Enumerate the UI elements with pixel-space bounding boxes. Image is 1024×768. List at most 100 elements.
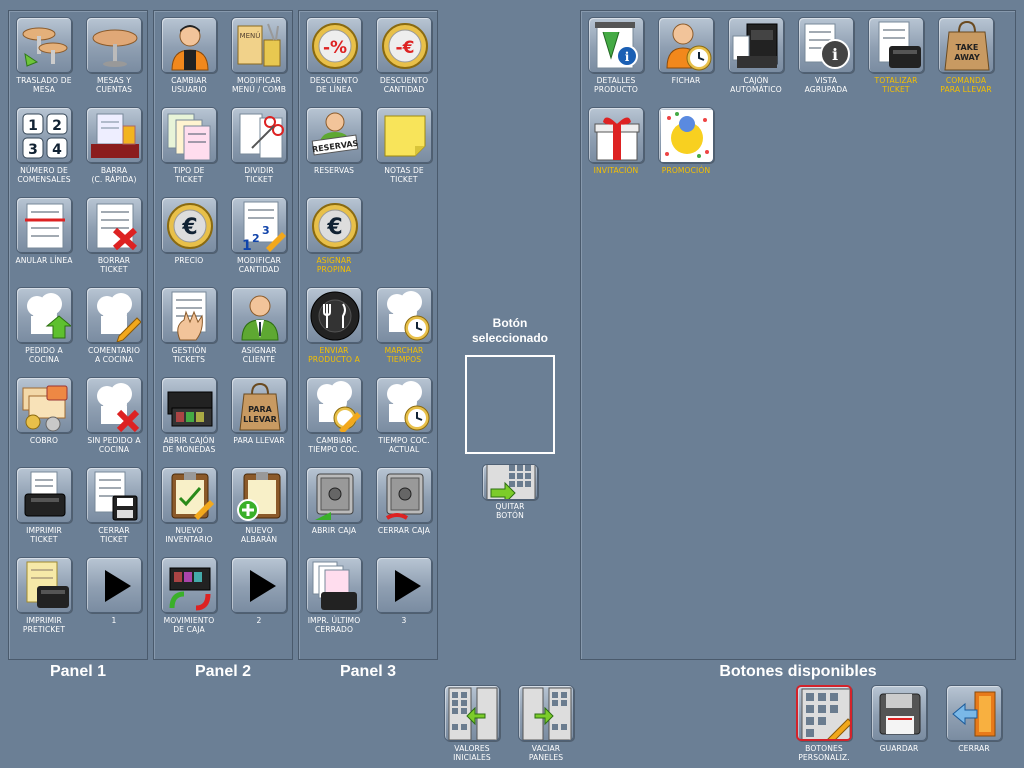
menu-edit-button[interactable]: MENÚ MODIFICAR MENÚ / COMB bbox=[227, 17, 291, 103]
takeaway-bag-button[interactable]: PARA LLEVAR PARA LLEVAR bbox=[227, 377, 291, 463]
button-label: IMPR. ÚLTIMO CERRADO bbox=[307, 616, 361, 634]
svg-text:4: 4 bbox=[52, 142, 62, 158]
panel-1-title: Panel 1 bbox=[49, 663, 107, 680]
close-button[interactable]: CERRAR bbox=[942, 685, 1006, 768]
cancel-line-button[interactable]: ANULAR LÍNEA bbox=[12, 197, 76, 283]
button-label: CAJÓN AUTOMÁTICO bbox=[730, 76, 782, 94]
button-label: TOTALIZAR TICKET bbox=[874, 76, 918, 94]
euro-price-button[interactable]: € PRECIO bbox=[157, 197, 221, 283]
cash-movement-button[interactable]: MOVIMIENTO DE CAJA bbox=[157, 557, 221, 643]
panel-2-title: Panel 2 bbox=[194, 663, 252, 680]
safe-close-button[interactable]: CERRAR CAJA bbox=[372, 467, 436, 553]
delete-ticket-button[interactable]: BORRAR TICKET bbox=[82, 197, 146, 283]
button-label: PEDIDO A COCINA bbox=[25, 346, 63, 364]
play-arrow-button[interactable]: 1 bbox=[82, 557, 146, 643]
promotion-button[interactable]: PROMOCIÓN bbox=[654, 107, 718, 193]
grouped-view-button[interactable]: i VISTA AGRUPADA bbox=[794, 17, 858, 103]
gift-icon bbox=[588, 107, 644, 163]
button-label: FICHAR bbox=[671, 76, 701, 85]
button-label: VACIAR PANELES bbox=[528, 744, 564, 762]
button-label: MARCHAR TIEMPOS bbox=[384, 346, 424, 364]
button-label: NUEVO ALBARÁN bbox=[240, 526, 278, 544]
reservations-button[interactable]: RESERVAS RESERVAS bbox=[302, 107, 366, 193]
empty-panels-icon bbox=[518, 685, 574, 741]
tables-move-icon bbox=[16, 17, 72, 73]
empty-panels-button[interactable]: VACIAR PANELES bbox=[514, 685, 578, 768]
button-label: COMENTARIO A COCINA bbox=[87, 346, 141, 364]
user-change-icon bbox=[161, 17, 217, 73]
safe-open-button[interactable]: ABRIR CAJA bbox=[302, 467, 366, 553]
tickets-manage-button[interactable]: GESTIÓN TICKETS bbox=[157, 287, 221, 373]
svg-text:3: 3 bbox=[262, 224, 270, 237]
percent-discount-icon: -% bbox=[306, 17, 362, 73]
diners-number-button[interactable]: 1 2 3 4 NÚMERO DE COMENSALES bbox=[12, 107, 76, 193]
cash-drawer-button[interactable]: ABRIR CAJÓN DE MONEDAS bbox=[157, 377, 221, 463]
play-arrow-button[interactable]: 2 bbox=[227, 557, 291, 643]
svg-text:AWAY: AWAY bbox=[954, 53, 980, 62]
button-label: 1 bbox=[111, 616, 117, 625]
sticky-note-button[interactable]: NOTAS DE TICKET bbox=[372, 107, 436, 193]
print-ticket-button[interactable]: IMPRIMIR TICKET bbox=[12, 467, 76, 553]
inventory-button[interactable]: NUEVO INVENTARIO bbox=[157, 467, 221, 553]
delivery-note-button[interactable]: NUEVO ALBARÁN bbox=[227, 467, 291, 553]
panel-2: CAMBIAR USUARIO MENÚ MODIFICAR MENÚ / COMB… bbox=[153, 10, 293, 660]
clock-in-button[interactable]: FICHAR bbox=[654, 17, 718, 103]
diners-number-icon: 1234 bbox=[16, 107, 72, 163]
save-disk-icon bbox=[871, 685, 927, 741]
euro-discount-button[interactable]: -€ DESCUENTO CANTIDAD bbox=[372, 17, 436, 103]
svg-text:€: € bbox=[326, 215, 342, 240]
auto-drawer-button[interactable]: CAJÓN AUTOMÁTICO bbox=[724, 17, 788, 103]
print-preticket-button[interactable]: IMPRIMIR PRETICKET bbox=[12, 557, 76, 643]
chef-clock-edit-icon bbox=[306, 377, 362, 433]
table-icon bbox=[86, 17, 142, 73]
chef-clock-current-button[interactable]: TIEMPO COC. ACTUAL bbox=[372, 377, 436, 463]
quantity-edit-button[interactable]: 1 2 3 MODIFICAR CANTIDAD bbox=[227, 197, 291, 283]
print-last-button[interactable]: IMPR. ÚLTIMO CERRADO bbox=[302, 557, 366, 643]
svg-text:i: i bbox=[625, 50, 630, 64]
percent-discount-button[interactable]: -% DESCUENTO DE LÍNEA bbox=[302, 17, 366, 103]
assign-client-button[interactable]: ASIGNAR CLIENTE bbox=[227, 287, 291, 373]
tables-move-button[interactable]: TRASLADO DE MESA bbox=[12, 17, 76, 103]
sticky-note-icon bbox=[376, 107, 432, 163]
payment-button[interactable]: COBRO bbox=[12, 377, 76, 463]
button-label: MESAS Y CUENTAS bbox=[95, 76, 133, 94]
play-arrow-button[interactable]: 3 bbox=[372, 557, 436, 643]
ticket-type-button[interactable]: TIPO DE TICKET bbox=[157, 107, 221, 193]
selected-button-slot[interactable] bbox=[465, 355, 555, 454]
gift-button[interactable]: INVITACIÓN bbox=[584, 107, 648, 193]
bar-icon bbox=[86, 107, 142, 163]
custom-buttons-button[interactable]: BOTONES PERSONALIZ. bbox=[792, 685, 856, 768]
plate-cutlery-button[interactable]: ENVIAR PRODUCTO A bbox=[302, 287, 366, 373]
cancel-line-icon bbox=[16, 197, 72, 253]
split-ticket-button[interactable]: DIVIDIR TICKET bbox=[227, 107, 291, 193]
totalize-ticket-button[interactable]: TOTALIZAR TICKET bbox=[864, 17, 928, 103]
initial-values-button[interactable]: VALORES INICIALES bbox=[440, 685, 504, 768]
button-label: BORRAR TICKET bbox=[97, 256, 131, 274]
save-button[interactable]: GUARDAR bbox=[867, 685, 931, 768]
button-label: GESTIÓN TICKETS bbox=[171, 346, 207, 364]
takeaway-order-icon: TAKE AWAY bbox=[938, 17, 994, 73]
takeaway-order-button[interactable]: TAKE AWAY COMANDA PARA LLEVAR bbox=[934, 17, 998, 103]
button-label: MODIFICAR CANTIDAD bbox=[237, 256, 281, 274]
delivery-note-icon bbox=[231, 467, 287, 523]
kitchen-comment-button[interactable]: COMENTARIO A COCINA bbox=[82, 287, 146, 373]
button-label: ENVIAR PRODUCTO A bbox=[308, 346, 360, 364]
chef-clock-button[interactable]: MARCHAR TIEMPOS bbox=[372, 287, 436, 373]
product-details-button[interactable]: i DETALLES PRODUCTO bbox=[584, 17, 648, 103]
takeaway-bag-icon: PARA LLEVAR bbox=[231, 377, 287, 433]
bar-button[interactable]: BARRA (C. RÁPIDA) bbox=[82, 107, 146, 193]
user-change-button[interactable]: CAMBIAR USUARIO bbox=[157, 17, 221, 103]
chef-clock-current-icon bbox=[376, 377, 432, 433]
no-kitchen-order-button[interactable]: SIN PEDIDO A COCINA bbox=[82, 377, 146, 463]
kitchen-order-button[interactable]: PEDIDO A COCINA bbox=[12, 287, 76, 373]
svg-text:1: 1 bbox=[242, 238, 252, 253]
chef-clock-edit-button[interactable]: CAMBIAR TIEMPO COC. bbox=[302, 377, 366, 463]
product-details-icon: i bbox=[588, 17, 644, 73]
svg-text:3: 3 bbox=[28, 142, 38, 158]
button-label: COMANDA PARA LLEVAR bbox=[940, 76, 992, 94]
euro-tip-button[interactable]: € ASIGNAR PROPINA bbox=[302, 197, 366, 283]
assign-client-icon bbox=[231, 287, 287, 343]
table-button[interactable]: MESAS Y CUENTAS bbox=[82, 17, 146, 103]
remove-button[interactable]: QUITAR BOTÓN bbox=[478, 464, 542, 550]
close-ticket-button[interactable]: CERRAR TICKET bbox=[82, 467, 146, 553]
